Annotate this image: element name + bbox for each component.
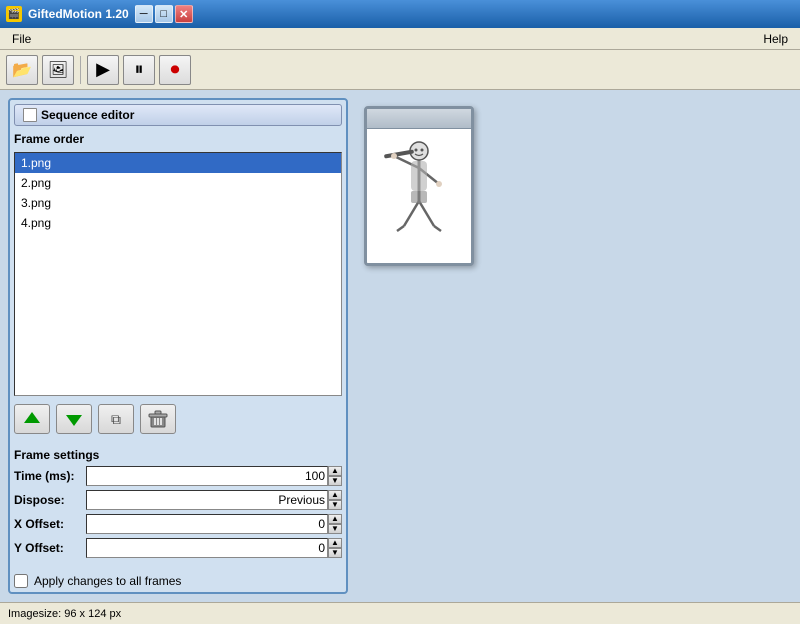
preview-frame <box>364 106 474 266</box>
move-down-button[interactable] <box>56 404 92 434</box>
window-title: GiftedMotion 1.20 <box>28 7 129 21</box>
yoffset-setting-row: Y Offset: ▲ ▼ <box>14 538 342 558</box>
dispose-spin-down[interactable]: ▼ <box>328 500 342 510</box>
list-item[interactable]: 3.png <box>15 193 341 213</box>
move-up-button[interactable] <box>14 404 50 434</box>
app-icon: 🎬 <box>6 6 22 22</box>
time-setting-row: Time (ms): ▲ ▼ <box>14 466 342 486</box>
xoffset-spin-down[interactable]: ▼ <box>328 524 342 534</box>
minimize-button[interactable]: ─ <box>135 5 153 23</box>
sequence-icon <box>23 108 37 122</box>
xoffset-spinner: ▲ ▼ <box>328 514 342 534</box>
menu-file[interactable]: File <box>4 30 39 48</box>
menubar: File Help <box>0 28 800 50</box>
dispose-spin-up[interactable]: ▲ <box>328 490 342 500</box>
apply-all-checkbox[interactable] <box>14 574 28 588</box>
titlebar: 🎬 GiftedMotion 1.20 ─ □ ✕ <box>0 0 800 28</box>
dispose-input-wrap: ▲ ▼ <box>86 490 342 510</box>
stick-figure <box>379 136 459 256</box>
time-spin-up[interactable]: ▲ <box>328 466 342 476</box>
yoffset-label: Y Offset: <box>14 541 86 555</box>
time-spin-down[interactable]: ▼ <box>328 476 342 486</box>
imagesize-label: Imagesize: 96 x 124 px <box>8 608 121 620</box>
xoffset-input-wrap: ▲ ▼ <box>86 514 342 534</box>
time-input[interactable] <box>86 466 328 486</box>
dispose-spinner: ▲ ▼ <box>328 490 342 510</box>
frame-settings-label: Frame settings <box>14 446 342 466</box>
preview-header <box>367 109 471 129</box>
sequence-editor-header: Sequence editor <box>14 104 342 126</box>
yoffset-spinner: ▲ ▼ <box>328 538 342 558</box>
frame-control-buttons: ⧉ <box>14 400 342 438</box>
list-item[interactable]: 4.png <box>15 213 341 233</box>
preview-body <box>367 129 471 263</box>
sequence-editor-title: Sequence editor <box>41 108 134 122</box>
open-button[interactable]: 📂 <box>6 55 38 85</box>
xoffset-input[interactable] <box>86 514 328 534</box>
list-item[interactable]: 2.png <box>15 173 341 193</box>
toolbar-separator <box>80 56 81 84</box>
yoffset-input-wrap: ▲ ▼ <box>86 538 342 558</box>
play-button[interactable]: ▶ <box>87 55 119 85</box>
frame-order-label: Frame order <box>14 130 342 148</box>
main-area: Sequence editor Frame order 1.png 2.png … <box>0 90 800 602</box>
apply-all-label[interactable]: Apply changes to all frames <box>34 574 181 588</box>
preview-area <box>356 98 792 594</box>
yoffset-spin-down[interactable]: ▼ <box>328 548 342 558</box>
frame-list[interactable]: 1.png 2.png 3.png 4.png <box>14 152 342 396</box>
copy-frame-button[interactable]: ⧉ <box>98 404 134 434</box>
time-input-wrap: ▲ ▼ <box>86 466 342 486</box>
xoffset-spin-up[interactable]: ▲ <box>328 514 342 524</box>
yoffset-spin-up[interactable]: ▲ <box>328 538 342 548</box>
toolbar: 📂 🖼 ▶ ⏸ ⏺ <box>0 50 800 90</box>
add-image-button[interactable]: 🖼 <box>42 55 74 85</box>
menu-help[interactable]: Help <box>755 30 796 48</box>
time-label: Time (ms): <box>14 469 86 483</box>
close-button[interactable]: ✕ <box>175 5 193 23</box>
dispose-setting-row: Dispose: ▲ ▼ <box>14 490 342 510</box>
frame-settings: Frame settings Time (ms): ▲ ▼ Dispose: <box>14 442 342 566</box>
statusbar: Imagesize: 96 x 124 px <box>0 602 800 624</box>
delete-frame-button[interactable] <box>140 404 176 434</box>
pause-button[interactable]: ⏸ <box>123 55 155 85</box>
dispose-input[interactable] <box>86 490 328 510</box>
window-controls: ─ □ ✕ <box>135 5 193 23</box>
list-item[interactable]: 1.png <box>15 153 341 173</box>
xoffset-setting-row: X Offset: ▲ ▼ <box>14 514 342 534</box>
dispose-label: Dispose: <box>14 493 86 507</box>
apply-all-row: Apply changes to all frames <box>14 570 342 588</box>
record-button[interactable]: ⏺ <box>159 55 191 85</box>
xoffset-label: X Offset: <box>14 517 86 531</box>
time-spinner: ▲ ▼ <box>328 466 342 486</box>
yoffset-input[interactable] <box>86 538 328 558</box>
left-panel: Sequence editor Frame order 1.png 2.png … <box>8 98 348 594</box>
maximize-button[interactable]: □ <box>155 5 173 23</box>
